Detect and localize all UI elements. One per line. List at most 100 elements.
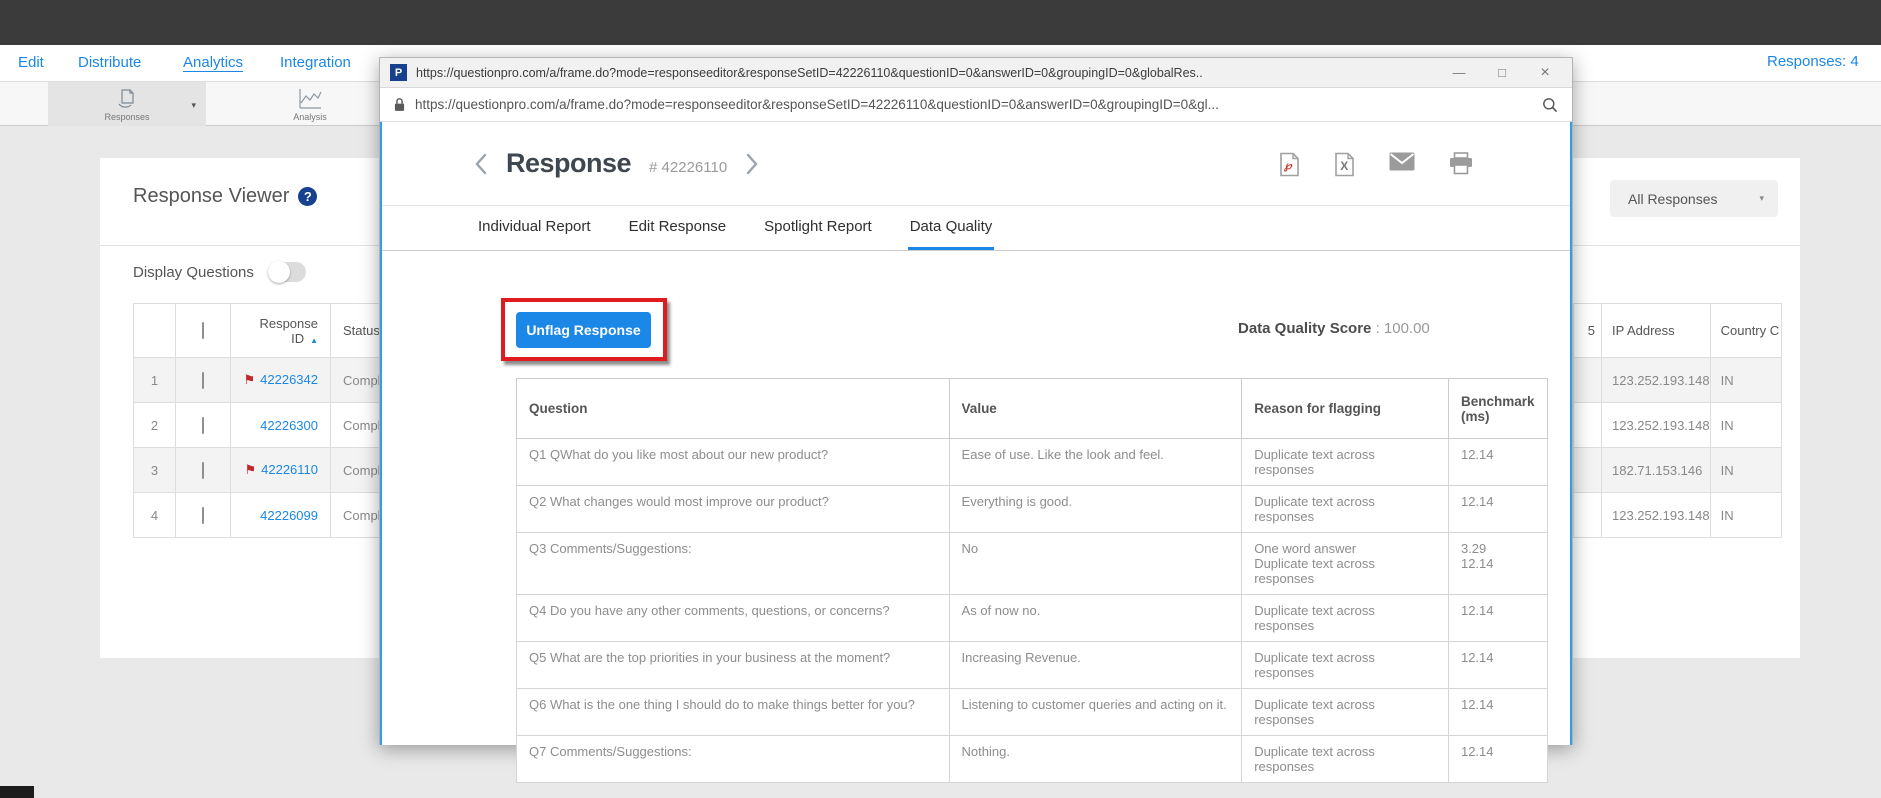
tab-spotlight-report[interactable]: Spotlight Report: [762, 206, 874, 250]
benchmark-cell: 3.29 12.14: [1447, 532, 1549, 595]
taskbar-corner: [0, 786, 34, 798]
data-quality-panel: Unflag Response Data Quality Score : 100…: [382, 252, 1570, 783]
question-cell: Q2 What changes would most improve our p…: [516, 485, 950, 533]
country-cell: IN: [1709, 402, 1782, 448]
print-icon[interactable]: [1449, 152, 1473, 177]
table-row: 182.71.153.146 IN: [1573, 447, 1782, 493]
question-cell: Q5 What are the top priorities in your b…: [516, 641, 950, 689]
tab-edit-response[interactable]: Edit Response: [627, 206, 729, 250]
response-id-link[interactable]: 42226342: [260, 372, 318, 387]
value-cell: As of now no.: [948, 594, 1243, 642]
table-row: Q2 What changes would most improve our p…: [516, 485, 1549, 533]
benchmark-header: Benchmark (ms): [1447, 378, 1549, 439]
response-id-header[interactable]: Response ID ▲: [230, 303, 331, 358]
table-header-row: 5 IP Address Country C: [1573, 303, 1782, 358]
tab-edit[interactable]: Edit: [18, 54, 44, 71]
email-icon[interactable]: [1389, 152, 1415, 177]
value-cell: Increasing Revenue.: [948, 641, 1243, 689]
reason-cell: One word answer Duplicate text across re…: [1241, 532, 1449, 595]
page-title: Response Viewer ?: [133, 185, 318, 208]
response-table-right: 5 IP Address Country C 123.252.193.148 I…: [1573, 303, 1782, 538]
tab-integration[interactable]: Integration: [280, 54, 351, 71]
toolbar-responses-button[interactable]: Responses ▾: [48, 82, 206, 126]
table-row: Q4 Do you have any other comments, quest…: [516, 594, 1549, 642]
benchmark-cell: 12.14: [1447, 485, 1549, 533]
reason-cell: Duplicate text across responses: [1241, 485, 1449, 533]
export-pdf-icon[interactable]: ℘: [1279, 152, 1300, 177]
close-icon[interactable]: ×: [1528, 64, 1562, 82]
value-cell: Ease of use. Like the look and feel.: [948, 438, 1243, 486]
value-cell: Nothing.: [948, 735, 1243, 783]
row-checkbox[interactable]: [202, 461, 204, 479]
address-bar[interactable]: https://questionpro.com/a/frame.do?mode=…: [380, 88, 1572, 122]
score-value: : 100.00: [1375, 320, 1430, 337]
response-id-link[interactable]: 42226099: [260, 508, 318, 523]
toolbar-analysis-label: Analysis: [293, 111, 327, 122]
flag-icon: ⚑: [244, 462, 257, 477]
response-editor-window: P https://questionpro.com/a/frame.do?mod…: [379, 57, 1573, 783]
tab-analytics[interactable]: Analytics: [183, 54, 243, 71]
truncated-column-header: 5: [1573, 303, 1602, 358]
value-cell: No: [948, 532, 1243, 595]
row-checkbox[interactable]: [202, 416, 204, 434]
maximize-icon[interactable]: □: [1485, 65, 1519, 80]
questionpro-favicon-icon: P: [390, 64, 407, 81]
window-title-bar[interactable]: P https://questionpro.com/a/frame.do?mod…: [380, 58, 1572, 88]
question-header: Question: [516, 378, 950, 439]
select-all-header: [175, 303, 231, 358]
all-responses-label: All Responses: [1628, 190, 1718, 207]
benchmark-cell: 12.14: [1447, 735, 1549, 783]
row-number: 1: [133, 357, 176, 403]
row-checkbox[interactable]: [202, 506, 204, 524]
value-cell: Everything is good.: [948, 485, 1243, 533]
response-id-link[interactable]: 42226300: [260, 418, 318, 433]
row-number-header: [133, 303, 176, 358]
zoom-page-icon[interactable]: [1542, 97, 1558, 113]
table-row: Q5 What are the top priorities in your b…: [516, 641, 1549, 689]
reason-cell: Duplicate text across responses: [1241, 438, 1449, 486]
row-number: 2: [133, 402, 176, 448]
tab-individual-report[interactable]: Individual Report: [476, 206, 593, 250]
reason-cell: Duplicate text across responses: [1241, 735, 1449, 783]
row-number: 3: [133, 447, 176, 493]
export-excel-icon[interactable]: X: [1334, 152, 1355, 177]
table-row: 123.252.193.148 IN: [1573, 402, 1782, 448]
tab-distribute[interactable]: Distribute: [78, 54, 141, 71]
window-content: Response # 42226110 ℘ X Individual Repor…: [380, 122, 1572, 783]
ip-cell: 182.71.153.146: [1601, 447, 1711, 493]
chevron-down-icon: ▾: [191, 100, 196, 110]
all-responses-dropdown[interactable]: All Responses ▾: [1610, 180, 1778, 217]
help-circle-icon[interactable]: ?: [298, 187, 318, 206]
ip-address-header[interactable]: IP Address: [1601, 303, 1711, 358]
unflag-response-button[interactable]: Unflag Response: [516, 312, 651, 348]
minimize-icon[interactable]: —: [1442, 65, 1476, 80]
ip-cell: 123.252.193.148: [1601, 357, 1711, 403]
toolbar-analysis-button[interactable]: Analysis: [255, 82, 365, 126]
display-questions-label: Display Questions: [133, 263, 254, 281]
row-checkbox[interactable]: [202, 371, 204, 389]
select-all-checkbox[interactable]: [202, 322, 204, 339]
ip-cell: 123.252.193.148: [1601, 402, 1711, 448]
window-title-text: https://questionpro.com/a/frame.do?mode=…: [416, 65, 1203, 80]
next-response-icon[interactable]: [745, 152, 759, 176]
benchmark-cell: 12.14: [1447, 688, 1549, 736]
reason-cell: Duplicate text across responses: [1241, 641, 1449, 689]
score-label: Data Quality Score: [1238, 320, 1372, 337]
response-id-label: # 42226110: [649, 159, 728, 176]
responses-report-icon: [115, 87, 139, 111]
top-bar: [0, 0, 1881, 45]
reason-cell: Duplicate text across responses: [1241, 688, 1449, 736]
table-row: Q3 Comments/Suggestions: No One word ans…: [516, 532, 1549, 595]
country-code-header[interactable]: Country C: [1709, 303, 1782, 358]
reason-header: Reason for flagging: [1241, 378, 1449, 439]
previous-response-icon[interactable]: [474, 152, 488, 176]
tab-data-quality[interactable]: Data Quality: [907, 206, 995, 250]
table-row: 123.252.193.148 IN: [1573, 357, 1782, 403]
country-cell: IN: [1709, 357, 1782, 403]
export-actions: ℘ X: [1279, 152, 1473, 177]
table-row: Q6 What is the one thing I should do to …: [516, 688, 1549, 736]
data-quality-score: Data Quality Score : 100.00: [1238, 320, 1430, 337]
response-id-link[interactable]: 42226110: [261, 462, 318, 477]
display-questions-toggle[interactable]: [267, 261, 306, 283]
app-root: P Surveys ▾ My Surveys › Data Quality Ch…: [0, 0, 1881, 798]
